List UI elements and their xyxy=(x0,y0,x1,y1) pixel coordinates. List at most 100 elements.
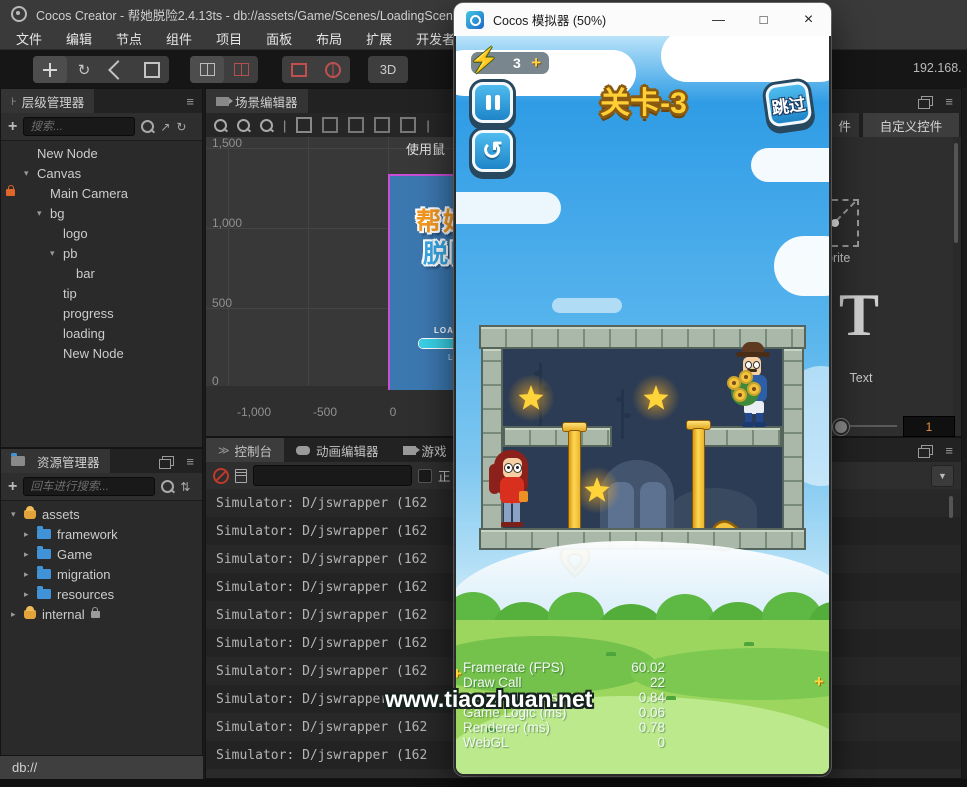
add-asset-button[interactable]: + xyxy=(8,479,17,495)
tree-item[interactable]: New Node xyxy=(1,343,202,363)
tree-item[interactable]: New Node xyxy=(1,143,202,163)
tree-item[interactable]: ▾Canvas xyxy=(1,163,202,183)
panel-menu-icon[interactable]: ≡ xyxy=(945,94,953,109)
expand-arrow-icon[interactable]: ▸ xyxy=(24,589,37,600)
world-gizmo-button[interactable] xyxy=(316,56,350,83)
maximize-button[interactable]: □ xyxy=(741,3,786,36)
console-tab-3[interactable]: 游戏 xyxy=(391,438,459,462)
console-scrollbar[interactable] xyxy=(949,496,953,518)
scene-editor-tab[interactable]: 场景编辑器 xyxy=(206,89,308,113)
panel-menu-icon[interactable]: ≡ xyxy=(945,443,953,458)
widget-zoom-value-input[interactable] xyxy=(903,416,955,437)
search-icon[interactable] xyxy=(141,120,154,133)
scale-tool-button[interactable] xyxy=(101,56,135,83)
vertical-pin-right[interactable] xyxy=(692,428,705,540)
widget-scrollbar[interactable] xyxy=(954,143,958,243)
tree-item[interactable]: tip xyxy=(1,283,202,303)
pivot-button[interactable] xyxy=(190,56,224,83)
expand-arrow-icon[interactable]: ▾ xyxy=(24,168,37,179)
panel-menu-icon[interactable]: ≡ xyxy=(186,454,194,469)
anchor-button[interactable] xyxy=(224,56,258,83)
log-level-dropdown[interactable]: ▼ xyxy=(931,465,954,487)
clear-console-icon[interactable] xyxy=(213,468,229,484)
menu-item[interactable]: 组件 xyxy=(154,27,204,50)
rect-tool-button[interactable] xyxy=(135,56,169,83)
restart-button[interactable]: ↺ xyxy=(472,130,513,172)
expand-arrow-icon[interactable]: ▸ xyxy=(24,529,37,540)
panel-menu-icon[interactable]: ≡ xyxy=(186,94,194,109)
assets-search-input[interactable] xyxy=(23,477,155,496)
tree-item[interactable]: ▸migration xyxy=(1,564,202,584)
add-node-button[interactable]: + xyxy=(8,119,17,135)
stat-value: 0 xyxy=(657,735,665,750)
folder-icon xyxy=(37,569,51,579)
float-panel-icon[interactable] xyxy=(921,96,933,106)
tree-item[interactable]: Main Camera xyxy=(1,183,202,203)
tree-item[interactable]: ▾assets xyxy=(1,504,202,524)
text-widget-icon[interactable]: T xyxy=(839,285,879,345)
expand-arrow-icon[interactable]: ▾ xyxy=(11,509,24,520)
expand-arrow-icon[interactable]: ▸ xyxy=(24,549,37,560)
align-left-icon[interactable] xyxy=(296,117,312,133)
widget-zoom-slider-knob[interactable] xyxy=(833,419,849,435)
widget-tab-custom[interactable]: 自定义控件 xyxy=(863,113,959,137)
rotate-tool-button[interactable]: ↻ xyxy=(67,56,101,83)
tree-item[interactable]: ▸framework xyxy=(1,524,202,544)
float-panel-icon[interactable] xyxy=(921,445,933,455)
hierarchy-tab[interactable]: ⊦ 层级管理器 xyxy=(1,89,94,113)
close-button[interactable]: × xyxy=(786,3,831,36)
tree-item[interactable]: ▸resources xyxy=(1,584,202,604)
float-panel-icon[interactable] xyxy=(162,456,174,466)
expand-arrow-icon[interactable]: ▸ xyxy=(24,569,37,580)
search-icon[interactable] xyxy=(161,480,174,493)
local-gizmo-button[interactable] xyxy=(282,56,316,83)
menu-item[interactable]: 文件 xyxy=(4,27,54,50)
pause-button[interactable] xyxy=(472,82,513,123)
ruler-x-label: -500 xyxy=(295,405,355,419)
menu-item[interactable]: 编辑 xyxy=(54,27,104,50)
console-tab-1[interactable]: ≫控制台 xyxy=(206,438,284,462)
menu-item[interactable]: 布局 xyxy=(304,27,354,50)
expand-arrow-icon[interactable]: ▾ xyxy=(50,248,63,259)
expand-arrow-icon[interactable]: ▾ xyxy=(37,208,50,219)
girl-bag xyxy=(519,491,528,502)
minimize-button[interactable]: — xyxy=(696,3,741,36)
refresh-icon[interactable]: ↻ xyxy=(176,120,186,134)
toggle-3d-button[interactable]: 3D xyxy=(368,56,408,83)
restart-icon: ↺ xyxy=(475,133,510,169)
tree-item[interactable]: ▸internal xyxy=(1,604,202,624)
collapse-log-icon[interactable] xyxy=(235,469,247,483)
tree-item[interactable]: ▾pb xyxy=(1,243,202,263)
move-tool-button[interactable] xyxy=(33,56,67,83)
tree-item[interactable]: loading xyxy=(1,323,202,343)
menu-item[interactable]: 面板 xyxy=(254,27,304,50)
regex-checkbox[interactable] xyxy=(418,469,432,483)
tree-item[interactable]: ▾bg xyxy=(1,203,202,223)
align-bottom-icon[interactable] xyxy=(400,117,416,133)
tree-item[interactable]: logo xyxy=(1,223,202,243)
zoom-out-icon[interactable] xyxy=(237,119,250,132)
align-center-icon[interactable] xyxy=(322,117,338,133)
stat-value: 0.84 xyxy=(639,690,665,705)
menu-item[interactable]: 节点 xyxy=(104,27,154,50)
tree-item[interactable]: bar xyxy=(1,263,202,283)
zoom-in-icon[interactable] xyxy=(214,119,227,132)
expand-arrow-icon[interactable]: ▸ xyxy=(11,609,24,620)
add-energy-button[interactable]: + xyxy=(531,53,541,73)
console-tab-2[interactable]: 动画编辑器 xyxy=(284,438,391,462)
tree-item[interactable]: progress xyxy=(1,303,202,323)
menu-item[interactable]: 项目 xyxy=(204,27,254,50)
assets-tab[interactable]: 资源管理器 xyxy=(1,449,110,473)
locate-icon[interactable]: ↗ xyxy=(160,120,170,134)
sort-icon[interactable]: ⇅ xyxy=(180,480,190,494)
align-top-icon[interactable] xyxy=(374,117,390,133)
game-viewport[interactable]: ⚡ 3 + ↺ 关卡-3 跳过 xyxy=(456,36,829,774)
tree-item[interactable]: ▸Game xyxy=(1,544,202,564)
zoom-reset-icon[interactable] xyxy=(260,119,273,132)
align-right-icon[interactable] xyxy=(348,117,364,133)
hierarchy-search-input[interactable] xyxy=(23,117,135,136)
menu-item[interactable]: 扩展 xyxy=(354,27,404,50)
console-filter-input[interactable] xyxy=(253,465,412,486)
simulator-title-bar[interactable]: Cocos 模拟器 (50%) — □ × xyxy=(454,3,831,36)
skip-button[interactable]: 跳过 xyxy=(764,80,812,128)
